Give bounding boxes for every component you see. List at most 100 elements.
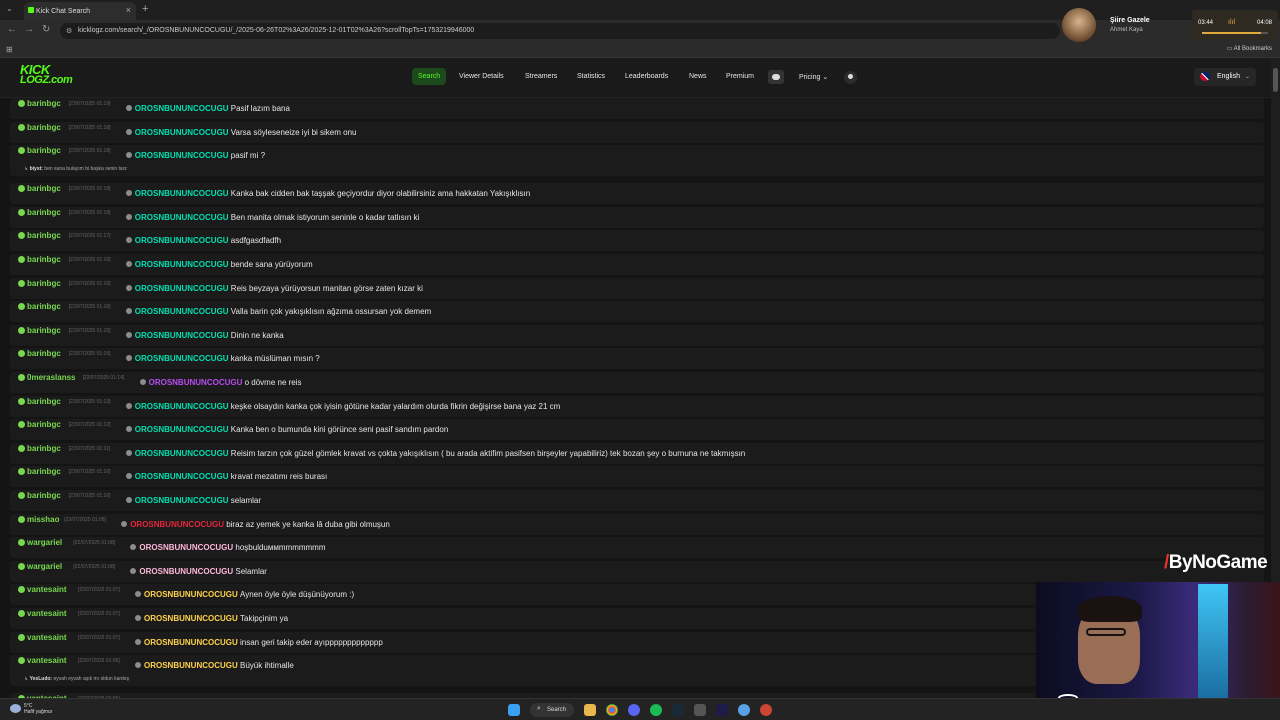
- chat-timestamp: [22/07/2025 01:10]: [68, 493, 111, 499]
- badge-icon: [125, 128, 132, 135]
- chat-username-text: barinbgc: [27, 467, 61, 477]
- target-username[interactable]: OROSNBUNUNCOCUGU: [135, 284, 229, 293]
- chat-username[interactable]: barinbgc: [18, 279, 61, 288]
- spotify-icon[interactable]: [650, 704, 662, 716]
- target-username[interactable]: OROSNBUNUNCOCUGU: [135, 354, 229, 363]
- chrome-icon[interactable]: [606, 704, 618, 716]
- tab-list-icon[interactable]: ⌄: [6, 4, 13, 13]
- badge-icon: [130, 544, 137, 551]
- target-username[interactable]: OROSNBUNUNCOCUGU: [135, 472, 229, 481]
- chat-username[interactable]: misshao: [18, 515, 59, 524]
- taskbar-search-label: Search: [547, 707, 567, 713]
- user-avatar-icon: [18, 444, 25, 452]
- chat-username[interactable]: barinbgc: [18, 231, 61, 240]
- chat-username[interactable]: barinbgc: [18, 302, 61, 311]
- target-username[interactable]: OROSNBUNUNCOCUGU: [139, 543, 233, 552]
- nav-viewer-details[interactable]: Viewer Details: [459, 73, 504, 80]
- target-username[interactable]: OROSNBUNUNCOCUGU: [135, 189, 229, 198]
- chat-username[interactable]: barinbgc: [18, 491, 61, 500]
- target-username[interactable]: OROSNBUNUNCOCUGU: [130, 520, 224, 529]
- browser-tab[interactable]: Kick Chat Search ×: [24, 2, 136, 20]
- network-app-icon[interactable]: [738, 704, 750, 716]
- chat-username-text: barinbgc: [27, 420, 61, 430]
- target-username[interactable]: OROSNBUNUNCOCUGU: [144, 661, 238, 670]
- chat-username[interactable]: barinbgc: [18, 467, 61, 476]
- chat-timestamp: [22/07/2025 01:11]: [68, 445, 111, 452]
- chat-username[interactable]: barinbgc: [18, 208, 61, 217]
- scrollbar-thumb[interactable]: [1273, 68, 1278, 92]
- nav-search[interactable]: Search: [412, 68, 447, 85]
- user-avatar-icon: [18, 492, 25, 499]
- url-input[interactable]: ⚙ kicklogz.com/search/_/OROSNBUNUNCOCUGU…: [60, 23, 1060, 39]
- target-username[interactable]: OROSNBUNUNCOCUGU: [135, 307, 229, 316]
- target-username[interactable]: OROSNBUNUNCOCUGU: [135, 496, 229, 505]
- target-username[interactable]: OROSNBUNUNCOCUGU: [135, 425, 229, 434]
- target-username[interactable]: OROSNBUNUNCOCUGU: [149, 378, 243, 387]
- kicklogz-logo[interactable]: KICK LOGZ.com: [20, 63, 73, 86]
- nav-pricing[interactable]: Pricing ⌄: [799, 73, 828, 81]
- chat-username[interactable]: vantesaint: [18, 609, 67, 618]
- chat-username-text: barinbgc: [27, 396, 61, 406]
- target-username[interactable]: OROSNBUNUNCOCUGU: [135, 128, 229, 137]
- target-username[interactable]: OROSNBUNUNCOCUGU: [135, 402, 229, 411]
- chat-username[interactable]: wargariel: [18, 538, 62, 547]
- discord-icon[interactable]: [768, 70, 784, 84]
- target-username[interactable]: OROSNBUNUNCOCUGU: [139, 567, 233, 576]
- site-info-icon[interactable]: ⚙: [66, 27, 72, 35]
- chat-username-text: barinbgc: [27, 278, 61, 288]
- target-username[interactable]: OROSNBUNUNCOCUGU: [135, 151, 229, 160]
- discord-taskbar-icon[interactable]: [628, 704, 640, 716]
- target-username[interactable]: OROSNBUNUNCOCUGU: [135, 260, 229, 269]
- all-bookmarks-button[interactable]: ▭ All Bookmarks: [1227, 45, 1272, 52]
- reload-button[interactable]: ↻: [42, 24, 50, 35]
- chat-message: pasif mi ?: [230, 151, 266, 161]
- user-avatar-icon: [18, 633, 25, 641]
- target-username[interactable]: OROSNBUNUNCOCUGU: [135, 331, 229, 340]
- target-username[interactable]: OROSNBUNUNCOCUGU: [144, 638, 238, 647]
- steam-icon[interactable]: [672, 704, 684, 716]
- nav-premium[interactable]: Premium: [726, 73, 754, 80]
- progress-bar[interactable]: [1202, 32, 1268, 34]
- weather-widget[interactable]: 5°C Hafif yağmur: [10, 703, 52, 715]
- forward-button[interactable]: →: [24, 24, 34, 35]
- apps-icon[interactable]: ⊞: [6, 45, 13, 54]
- chat-username[interactable]: vantesaint: [18, 656, 67, 665]
- target-username[interactable]: OROSNBUNUNCOCUGU: [144, 590, 238, 599]
- nav-news[interactable]: News: [689, 73, 707, 80]
- chat-username[interactable]: wargariel: [18, 562, 62, 571]
- obs-icon[interactable]: [760, 704, 772, 716]
- chat-username[interactable]: barinbgc: [18, 444, 61, 453]
- target-username[interactable]: OROSNBUNUNCOCUGU: [135, 104, 229, 113]
- chat-username[interactable]: barinbgc: [18, 397, 61, 406]
- nav-statistics[interactable]: Statistics: [577, 73, 605, 80]
- chat-username-text: vantesaint: [27, 585, 67, 595]
- chat-username[interactable]: barinbgc: [18, 326, 61, 335]
- chat-username[interactable]: barinbgc: [18, 255, 61, 264]
- chat-username[interactable]: barinbgc: [18, 349, 61, 358]
- chat-username[interactable]: barinbgc: [18, 99, 61, 108]
- target-username[interactable]: OROSNBUNUNCOCUGU: [135, 449, 229, 458]
- chat-username[interactable]: vantesaint: [18, 585, 67, 594]
- file-explorer-icon[interactable]: [584, 704, 596, 716]
- target-username[interactable]: OROSNBUNUNCOCUGU: [144, 614, 238, 623]
- app-icon[interactable]: [694, 704, 706, 716]
- chat-username-text: barinbgc: [27, 99, 61, 108]
- nav-streamers[interactable]: Streamers: [525, 73, 557, 80]
- new-tab-button[interactable]: +: [142, 3, 148, 15]
- chat-username[interactable]: barinbgc: [18, 146, 61, 155]
- back-button[interactable]: ←: [7, 24, 17, 35]
- chat-username[interactable]: barinbgc: [18, 184, 61, 193]
- chat-username[interactable]: vantesaint: [18, 633, 67, 642]
- target-username[interactable]: OROSNBUNUNCOCUGU: [135, 236, 229, 245]
- close-tab-icon[interactable]: ×: [126, 5, 131, 15]
- windows-start-icon[interactable]: [508, 704, 520, 716]
- chat-username[interactable]: barinbgc: [18, 123, 61, 132]
- nav-leaderboards[interactable]: Leaderboards: [625, 73, 668, 80]
- account-icon[interactable]: [844, 71, 857, 84]
- chat-username[interactable]: 0meraslanss: [18, 373, 75, 382]
- taskbar-search[interactable]: ⌕ Search: [530, 703, 574, 717]
- premiere-icon[interactable]: [716, 704, 728, 716]
- chat-username[interactable]: barinbgc: [18, 420, 61, 429]
- language-select[interactable]: English ⌄: [1194, 68, 1256, 86]
- target-username[interactable]: OROSNBUNUNCOCUGU: [135, 213, 229, 222]
